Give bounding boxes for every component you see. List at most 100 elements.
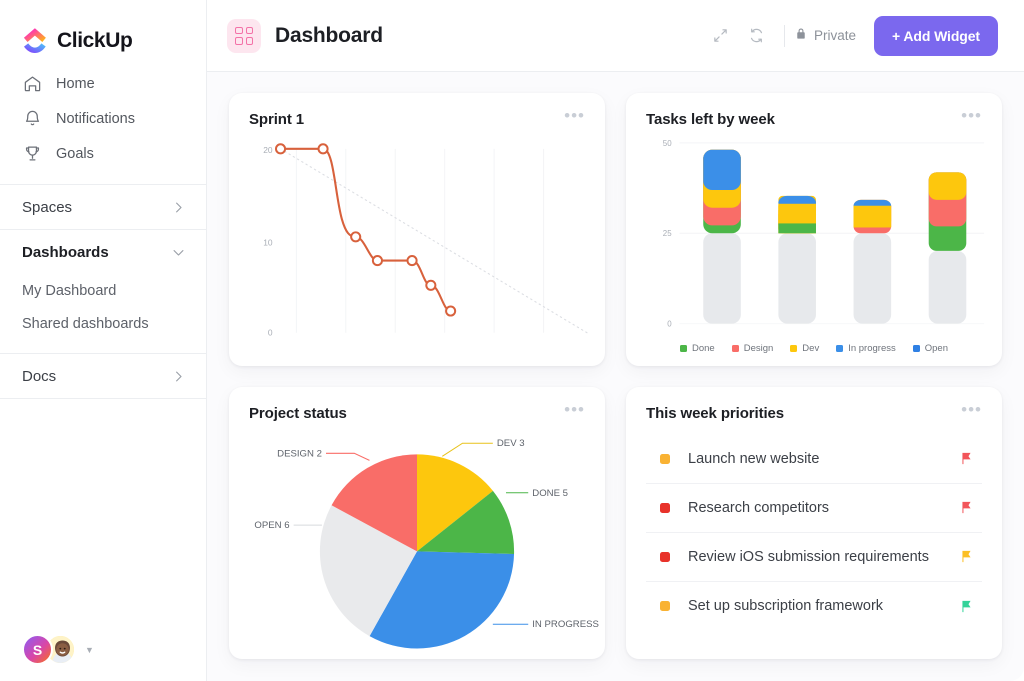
svg-text:10: 10	[263, 238, 273, 248]
more-options-icon[interactable]: •••	[961, 405, 982, 415]
priority-dot	[660, 503, 670, 513]
flag-icon[interactable]	[959, 500, 974, 515]
priority-list: Launch new website Research competitors	[646, 435, 982, 646]
privacy-toggle[interactable]: Private	[794, 27, 856, 44]
chevron-right-icon[interactable]	[171, 369, 186, 384]
more-options-icon[interactable]: •••	[961, 111, 982, 121]
pie-label-open: OPEN 6	[254, 520, 289, 531]
clickup-logo-icon	[22, 28, 48, 54]
svg-text:50: 50	[663, 139, 672, 148]
dashboard-grid-icon	[227, 19, 261, 53]
widget-grid: Sprint 1 ••• 20 10 0	[207, 72, 1024, 681]
lock-icon	[794, 27, 808, 44]
chart-legend: Done Design Dev In progress Open	[626, 343, 1002, 354]
clickup-dashboard-app: ClickUp Home Notifications	[0, 0, 1024, 681]
sidebar-section-label: Docs	[22, 368, 56, 385]
pie-label-dev: DEV 3	[497, 438, 525, 449]
widget-tasks-left-by-week: Tasks left by week ••• 50 25 0	[626, 93, 1002, 366]
bell-icon	[22, 109, 42, 129]
flag-icon[interactable]	[959, 599, 974, 614]
legend-item-open: Open	[913, 343, 948, 354]
account-switcher[interactable]: S ▼	[22, 634, 94, 665]
bar-week-2	[778, 196, 816, 324]
priority-dot	[660, 454, 670, 464]
sidebar-section-docs[interactable]: Docs	[0, 354, 206, 398]
page-title: Dashboard	[275, 24, 383, 48]
workspace-avatar[interactable]: S	[22, 634, 53, 665]
sidebar-subitem-label: My Dashboard	[22, 283, 116, 299]
list-item[interactable]: Review iOS submission requirements	[646, 533, 982, 582]
bar-week-4	[929, 172, 967, 323]
sidebar-section-label: Dashboards	[22, 244, 109, 261]
priority-label: Research competitors	[688, 500, 829, 516]
flag-icon[interactable]	[959, 549, 974, 564]
priority-dot	[660, 601, 670, 611]
sidebar-subitem-label: Shared dashboards	[22, 316, 149, 332]
stacked-bar-chart: 50 25 0	[636, 135, 992, 332]
callout-line-design	[326, 453, 369, 460]
sidebar-item-notifications[interactable]: Notifications	[0, 101, 206, 136]
sidebar-section-label: Spaces	[22, 199, 72, 216]
sidebar-item-my-dashboard[interactable]: My Dashboard	[0, 274, 206, 307]
chevron-down-icon[interactable]	[171, 245, 186, 260]
sidebar-item-goals[interactable]: Goals	[0, 136, 206, 171]
pie-label-design: DESIGN 2	[277, 448, 322, 459]
svg-text:25: 25	[663, 229, 672, 238]
sidebar-item-home[interactable]: Home	[0, 66, 206, 101]
flag-icon[interactable]	[959, 451, 974, 466]
legend-item-done: Done	[680, 343, 715, 354]
sidebar-item-shared-dashboards[interactable]: Shared dashboards	[0, 307, 206, 340]
top-bar: Dashboard	[207, 0, 1024, 72]
legend-item-in-progress: In progress	[836, 343, 896, 354]
main-content: Dashboard	[207, 0, 1024, 681]
svg-text:20: 20	[263, 145, 273, 155]
sidebar-item-label: Home	[56, 76, 95, 92]
sidebar-section-spaces[interactable]: Spaces	[0, 185, 206, 229]
sidebar: ClickUp Home Notifications	[0, 0, 207, 681]
divider	[784, 25, 785, 47]
list-item[interactable]: Research competitors	[646, 484, 982, 533]
brand-name: ClickUp	[57, 29, 132, 53]
chevron-down-icon[interactable]: ▼	[85, 645, 94, 655]
pie-label-done: DONE 5	[532, 487, 568, 498]
more-options-icon[interactable]: •••	[564, 405, 585, 415]
widget-project-status: Project status •••	[229, 387, 605, 660]
sidebar-section-dashboards[interactable]: Dashboards	[0, 230, 206, 274]
list-item[interactable]: Launch new website	[646, 435, 982, 484]
svg-text:0: 0	[667, 320, 672, 329]
widget-title: Project status	[249, 405, 347, 422]
legend-item-dev: Dev	[790, 343, 819, 354]
privacy-label: Private	[814, 28, 856, 43]
brand-logo[interactable]: ClickUp	[0, 0, 206, 58]
more-options-icon[interactable]: •••	[564, 111, 585, 121]
chevron-right-icon[interactable]	[171, 200, 186, 215]
widget-title: Sprint 1	[249, 111, 304, 128]
priority-label: Set up subscription framework	[688, 598, 883, 614]
widget-sprint-burndown: Sprint 1 ••• 20 10 0	[229, 93, 605, 366]
add-widget-button[interactable]: + Add Widget	[874, 16, 998, 56]
top-bar-actions: Private + Add Widget	[703, 16, 998, 56]
widget-title: This week priorities	[646, 405, 784, 422]
home-icon	[22, 74, 42, 94]
trophy-icon	[22, 144, 42, 164]
refresh-icon[interactable]	[739, 18, 775, 54]
widget-this-week-priorities: This week priorities ••• Launch new webs…	[626, 387, 1002, 660]
sidebar-item-label: Notifications	[56, 111, 135, 127]
pie-label-inprogress: IN PROGRESS 5	[532, 619, 599, 630]
widget-title: Tasks left by week	[646, 111, 775, 128]
list-item[interactable]: Set up subscription framework	[646, 582, 982, 631]
bar-week-3	[854, 200, 892, 324]
priority-label: Launch new website	[688, 451, 819, 467]
expand-arrows-icon[interactable]	[703, 18, 739, 54]
burndown-chart: 20 10 0	[239, 135, 595, 358]
priority-dot	[660, 552, 670, 562]
callout-line-dev	[442, 443, 493, 456]
primary-nav: Home Notifications Goals	[0, 58, 206, 171]
divider	[0, 398, 206, 399]
bar-week-1	[703, 150, 741, 324]
svg-text:0: 0	[268, 328, 273, 338]
sidebar-item-label: Goals	[56, 146, 94, 162]
legend-item-design: Design	[732, 343, 774, 354]
priority-label: Review iOS submission requirements	[688, 549, 929, 565]
pie-chart: DEV 3 DONE 5 IN PROGRESS 5 OPEN 6 DESIGN…	[235, 423, 599, 654]
